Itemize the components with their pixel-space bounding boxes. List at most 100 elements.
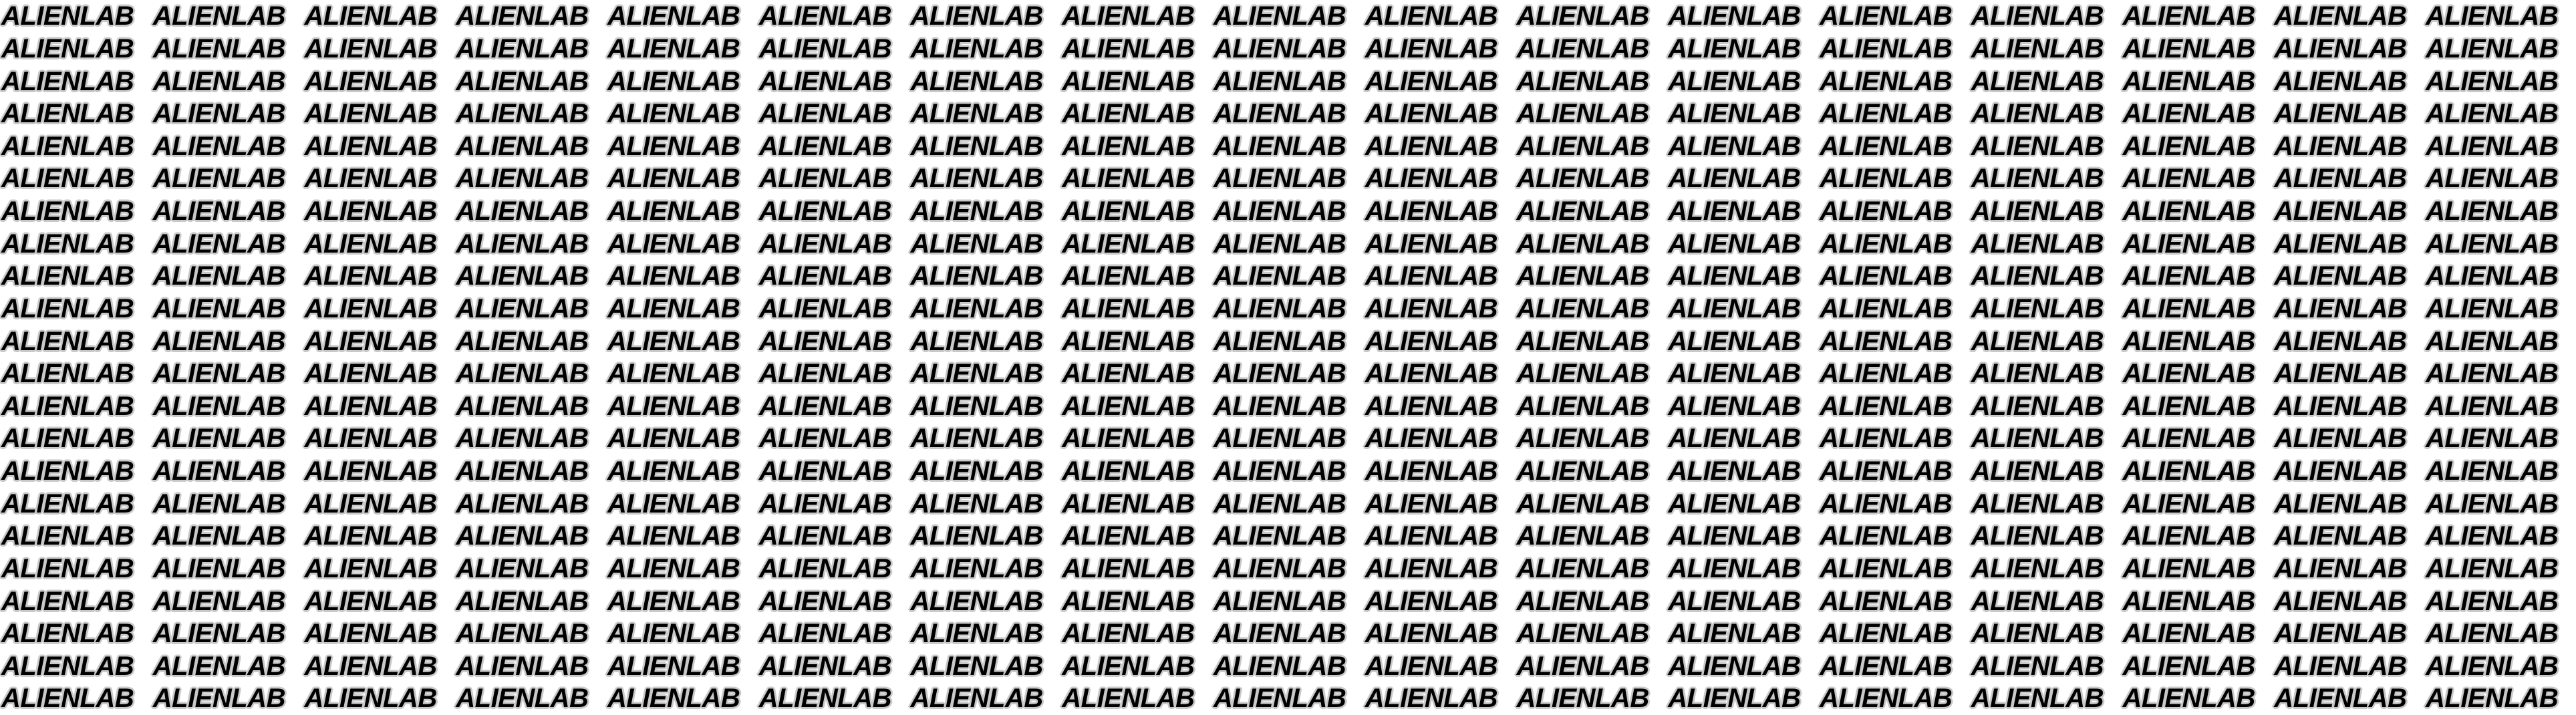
alienlab-wordmark: ALIENLAB [1820,326,1953,356]
alienlab-wordmark: ALIENLAB [1516,261,1650,291]
alienlab-wordmark: ALIENLAB [2426,293,2559,323]
alienlab-wordmark: ALIENLAB [1516,586,1650,616]
alienlab-wordmark: ALIENLAB [1213,391,1346,421]
alienlab-wordmark: ALIENLAB [758,619,892,649]
alienlab-wordmark: ALIENLAB [758,33,892,63]
alienlab-wordmark: ALIENLAB [304,521,438,551]
alienlab-wordmark: ALIENLAB [1971,521,2104,551]
alienlab-wordmark: ALIENLAB [304,1,438,31]
alienlab-wordmark: ALIENLAB [1971,651,2104,681]
alienlab-wordmark: ALIENLAB [2274,196,2407,227]
alienlab-wordmark: ALIENLAB [607,131,740,161]
alienlab-wordmark: ALIENLAB [2122,164,2256,194]
alienlab-wordmark: ALIENLAB [910,1,1044,31]
alienlab-wordmark: ALIENLAB [304,424,438,454]
alienlab-wordmark: ALIENLAB [2274,66,2407,96]
alienlab-wordmark: ALIENLAB [2426,586,2559,616]
alienlab-wordmark: ALIENLAB [152,33,286,63]
alienlab-wordmark: ALIENLAB [2274,99,2407,129]
alienlab-wordmark: ALIENLAB [456,326,589,356]
alienlab-wordmark: ALIENLAB [2122,33,2256,63]
alienlab-wordmark: ALIENLAB [1213,1,1346,31]
alienlab-wordmark: ALIENLAB [1,424,134,454]
alienlab-wordmark: ALIENLAB [1971,456,2104,486]
alienlab-wordmark: ALIENLAB [304,359,438,389]
alienlab-wordmark: ALIENLAB [1062,293,1195,323]
alienlab-wordmark: ALIENLAB [607,164,740,194]
alienlab-wordmark: ALIENLAB [1820,261,1953,291]
alienlab-wordmark: ALIENLAB [1971,131,2104,161]
alienlab-wordmark: ALIENLAB [1668,326,1801,356]
alienlab-wordmark: ALIENLAB [1,293,134,323]
alienlab-wordmark: ALIENLAB [2426,424,2559,454]
alienlab-wordmark: ALIENLAB [1,488,134,519]
alienlab-wordmark: ALIENLAB [1516,326,1650,356]
alienlab-wordmark: ALIENLAB [152,684,286,714]
alienlab-wordmark: ALIENLAB [456,66,589,96]
alienlab-wordmark: ALIENLAB [1365,261,1498,291]
alienlab-wordmark: ALIENLAB [607,586,740,616]
alienlab-wordmark: ALIENLAB [304,33,438,63]
alienlab-wordmark: ALIENLAB [1,359,134,389]
alienlab-wordmark: ALIENLAB [1213,651,1346,681]
alienlab-wordmark: ALIENLAB [1213,359,1346,389]
alienlab-wordmark: ALIENLAB [1365,619,1498,649]
alienlab-wordmark: ALIENLAB [1820,196,1953,227]
alienlab-wordmark: ALIENLAB [456,586,589,616]
alienlab-wordmark: ALIENLAB [1516,293,1650,323]
alienlab-wordmark: ALIENLAB [607,229,740,259]
alienlab-wordmark: ALIENLAB [2274,651,2407,681]
alienlab-wordmark: ALIENLAB [607,553,740,583]
alienlab-wordmark: ALIENLAB [758,359,892,389]
alienlab-wordmark: ALIENLAB [456,196,589,227]
alienlab-wordmark: ALIENLAB [2426,326,2559,356]
alienlab-wordmark: ALIENLAB [607,66,740,96]
alienlab-wordmark: ALIENLAB [758,99,892,129]
alienlab-wordmark: ALIENLAB [1668,1,1801,31]
alienlab-wordmark: ALIENLAB [607,293,740,323]
alienlab-wordmark: ALIENLAB [1062,521,1195,551]
alienlab-wordmark: ALIENLAB [758,131,892,161]
alienlab-wordmark: ALIENLAB [2122,553,2256,583]
alienlab-wordmark: ALIENLAB [1820,456,1953,486]
alienlab-wordmark: ALIENLAB [1971,553,2104,583]
alienlab-wordmark: ALIENLAB [2122,99,2256,129]
alienlab-wordmark: ALIENLAB [456,261,589,291]
alienlab-wordmark: ALIENLAB [758,229,892,259]
alienlab-wordmark: ALIENLAB [2274,359,2407,389]
alienlab-wordmark: ALIENLAB [2122,651,2256,681]
alienlab-wordmark: ALIENLAB [2122,326,2256,356]
alienlab-wordmark: ALIENLAB [456,164,589,194]
alienlab-wordmark-pattern: ALIENLAB ALIENLAB ALIENLAB ALIENLAB ALIENLAB… [0,0,2576,715]
alienlab-wordmark: ALIENLAB [1516,164,1650,194]
alienlab-wordmark: ALIENLAB [758,196,892,227]
alienlab-wordmark: ALIENLAB [2274,586,2407,616]
alienlab-wordmark: ALIENLAB [1668,488,1801,519]
alienlab-wordmark: ALIENLAB [607,391,740,421]
alienlab-wordmark: ALIENLAB [910,196,1044,227]
alienlab-wordmark: ALIENLAB [1062,359,1195,389]
alienlab-wordmark: ALIENLAB [2274,488,2407,519]
alienlab-wordmark: ALIENLAB [607,1,740,31]
alienlab-wordmark: ALIENLAB [1516,66,1650,96]
alienlab-wordmark: ALIENLAB [758,164,892,194]
alienlab-wordmark: ALIENLAB [152,586,286,616]
alienlab-wordmark: ALIENLAB [1668,131,1801,161]
alienlab-wordmark: ALIENLAB [1062,164,1195,194]
alienlab-wordmark: ALIENLAB [2426,164,2559,194]
alienlab-wordmark: ALIENLAB [1668,521,1801,551]
alienlab-wordmark: ALIENLAB [1668,196,1801,227]
alienlab-wordmark: ALIENLAB [1213,33,1346,63]
alienlab-wordmark: ALIENLAB [758,424,892,454]
alienlab-wordmark: ALIENLAB [152,488,286,519]
alienlab-wordmark: ALIENLAB [304,261,438,291]
alienlab-wordmark: ALIENLAB [2122,684,2256,714]
alienlab-wordmark: ALIENLAB [304,391,438,421]
alienlab-wordmark: ALIENLAB [1062,33,1195,63]
alienlab-wordmark: ALIENLAB [456,456,589,486]
alienlab-wordmark: ALIENLAB [1365,391,1498,421]
alienlab-wordmark: ALIENLAB [607,99,740,129]
alienlab-wordmark: ALIENLAB [1062,424,1195,454]
alienlab-wordmark: ALIENLAB [1,391,134,421]
alienlab-wordmark: ALIENLAB [2426,131,2559,161]
